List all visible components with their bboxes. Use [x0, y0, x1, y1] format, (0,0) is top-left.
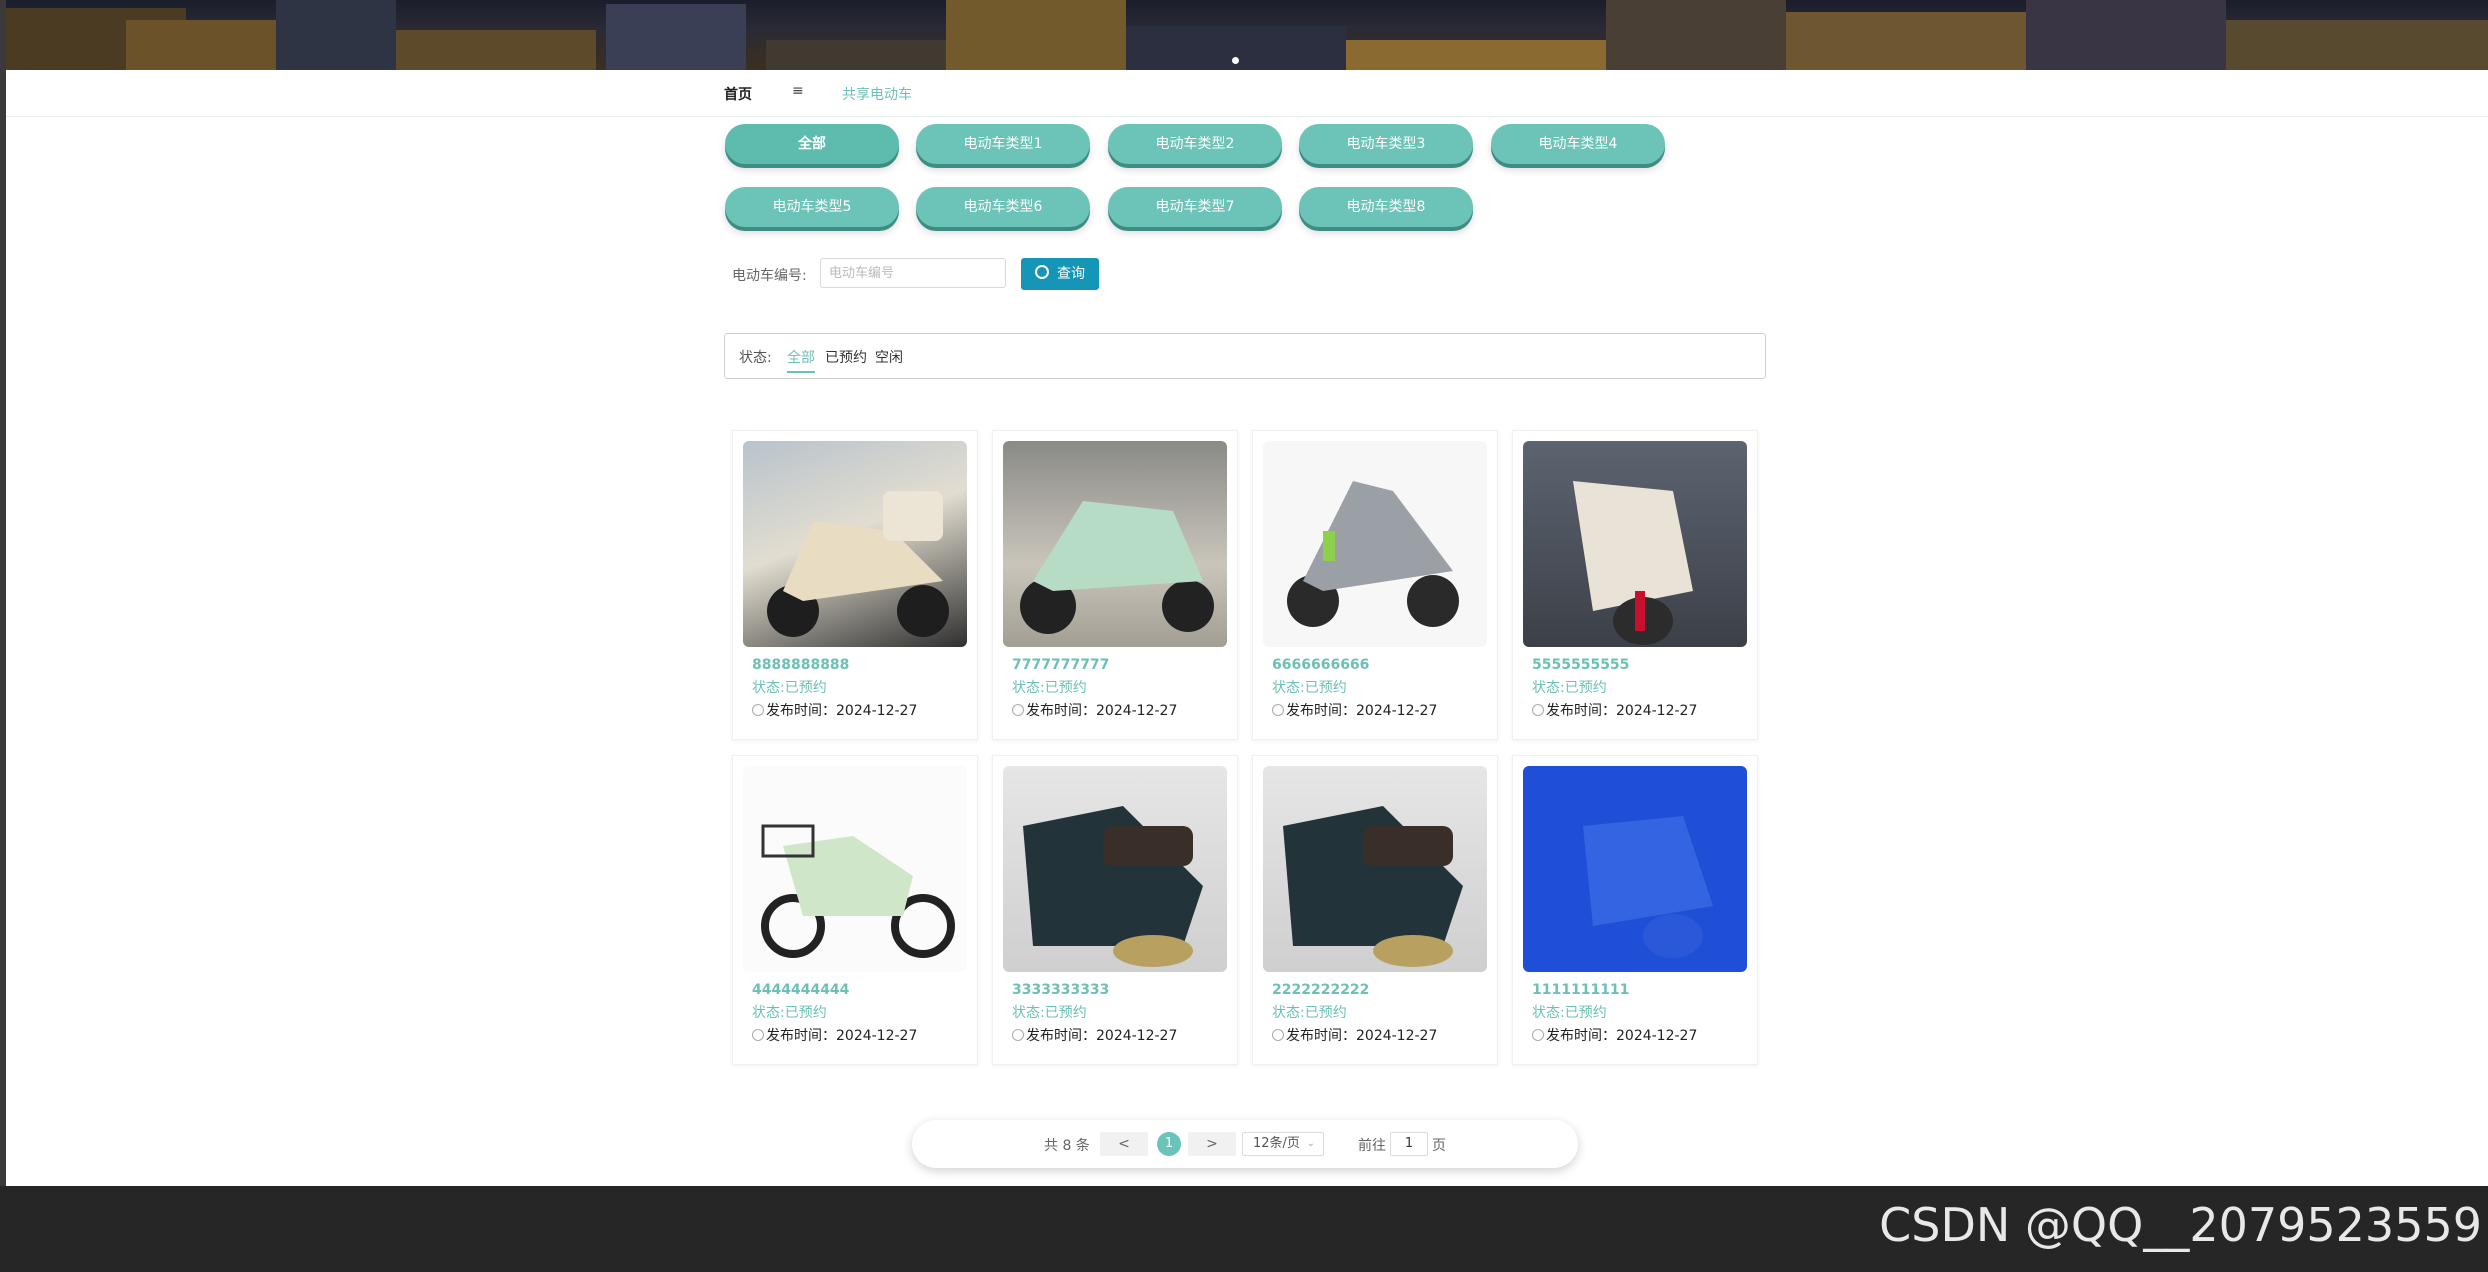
clock-icon — [1272, 704, 1284, 716]
search-button-label: 查询 — [1057, 266, 1085, 282]
chevron-down-icon: ⌄ — [1306, 1138, 1315, 1149]
ebike-card[interactable]: 6666666666 状态:已预约 发布时间：2024-12-27 — [1252, 430, 1498, 740]
ebike-code: 8888888888 — [752, 657, 850, 673]
ebike-card[interactable]: 7777777777 状态:已预约 发布时间：2024-12-27 — [992, 430, 1238, 740]
type-7-button[interactable]: 电动车类型7 — [1108, 187, 1282, 227]
ebike-status: 状态:已预约 — [1532, 1005, 1607, 1021]
type-8-button[interactable]: 电动车类型8 — [1299, 187, 1473, 227]
prev-page-button[interactable]: < — [1100, 1132, 1148, 1156]
ebike-image[interactable] — [743, 441, 967, 647]
nav-home[interactable]: 首页 — [724, 84, 752, 104]
ebike-code: 7777777777 — [1012, 657, 1110, 673]
ebike-image[interactable] — [1003, 441, 1227, 647]
ebike-code: 1111111111 — [1532, 982, 1630, 998]
ebike-publish-time-text: 发布时间：2024-12-27 — [1546, 1028, 1698, 1044]
ebike-card[interactable]: 2222222222 状态:已预约 发布时间：2024-12-27 — [1252, 755, 1498, 1065]
ebike-status: 状态:已预约 — [1012, 1005, 1087, 1021]
ebike-status: 状态:已预约 — [1532, 680, 1607, 696]
ebike-status: 状态:已预约 — [752, 1005, 827, 1021]
carousel-indicator[interactable] — [1232, 57, 1239, 64]
type-4-button[interactable]: 电动车类型4 — [1491, 124, 1665, 164]
clock-icon — [1272, 1029, 1284, 1041]
ebike-image[interactable] — [1523, 441, 1747, 647]
ebike-publish-time-text: 发布时间：2024-12-27 — [1286, 1028, 1438, 1044]
clock-icon — [752, 704, 764, 716]
ebike-publish-time-text: 发布时间：2024-12-27 — [1026, 703, 1178, 719]
ebike-publish-time: 发布时间：2024-12-27 — [1272, 1025, 1437, 1045]
ebike-image[interactable] — [743, 766, 967, 972]
ebike-image[interactable] — [1263, 766, 1487, 972]
ebike-publish-time-text: 发布时间：2024-12-27 — [1026, 1028, 1178, 1044]
ebike-image[interactable] — [1263, 441, 1487, 647]
ebike-publish-time: 发布时间：2024-12-27 — [1272, 700, 1437, 720]
clock-icon — [1012, 1029, 1024, 1041]
pagination-total: 共 8 条 — [1044, 1138, 1090, 1154]
ebike-status: 状态:已预约 — [752, 680, 827, 696]
ebike-card[interactable]: 8888888888 状态:已预约 发布时间：2024-12-27 — [732, 430, 978, 740]
next-page-button[interactable]: > — [1188, 1132, 1236, 1156]
ebike-publish-time: 发布时间：2024-12-27 — [1012, 1025, 1177, 1045]
ebike-card[interactable]: 4444444444 状态:已预约 发布时间：2024-12-27 — [732, 755, 978, 1065]
watermark: CSDN @QQ__2079523559 — [1879, 1198, 2482, 1252]
ebike-code: 2222222222 — [1272, 982, 1370, 998]
ebike-publish-time-text: 发布时间：2024-12-27 — [766, 1028, 918, 1044]
page-number-current[interactable]: 1 — [1157, 1132, 1181, 1156]
ebike-publish-time: 发布时间：2024-12-27 — [1532, 1025, 1697, 1045]
type-6-button[interactable]: 电动车类型6 — [916, 187, 1090, 227]
menu-icon[interactable]: ≡ — [792, 83, 804, 99]
ebike-publish-time-text: 发布时间：2024-12-27 — [1546, 703, 1698, 719]
clock-icon — [752, 1029, 764, 1041]
search-button[interactable]: 查询 — [1021, 258, 1099, 290]
search-label: 电动车编号: — [732, 268, 807, 284]
status-option-reserved[interactable]: 已预约 — [825, 347, 867, 367]
clock-icon — [1532, 704, 1544, 716]
goto-page-input[interactable]: 1 — [1390, 1132, 1428, 1156]
search-icon — [1035, 265, 1049, 279]
type-1-button[interactable]: 电动车类型1 — [916, 124, 1090, 164]
ebike-card[interactable]: 5555555555 状态:已预约 发布时间：2024-12-27 — [1512, 430, 1758, 740]
status-label: 状态: — [739, 350, 772, 366]
pagination: 共 8 条 < 1 > 12条/页 ⌄ 前往 1 页 — [912, 1120, 1578, 1168]
ebike-code-input[interactable] — [820, 258, 1006, 288]
city-banner — [6, 0, 2488, 70]
type-5-button[interactable]: 电动车类型5 — [725, 187, 899, 227]
goto-label: 前往 — [1358, 1138, 1386, 1154]
clock-icon — [1012, 704, 1024, 716]
top-nav: 首页 ≡ 共享电动车 — [6, 70, 2488, 117]
goto-suffix: 页 — [1432, 1138, 1446, 1154]
ebike-publish-time: 发布时间：2024-12-27 — [752, 700, 917, 720]
type-3-button[interactable]: 电动车类型3 — [1299, 124, 1473, 164]
ebike-card[interactable]: 1111111111 状态:已预约 发布时间：2024-12-27 — [1512, 755, 1758, 1065]
page-size-value: 12条/页 — [1253, 1136, 1300, 1151]
nav-shared-ebike[interactable]: 共享电动车 — [842, 84, 912, 104]
type-2-button[interactable]: 电动车类型2 — [1108, 124, 1282, 164]
ebike-card[interactable]: 3333333333 状态:已预约 发布时间：2024-12-27 — [992, 755, 1238, 1065]
ebike-publish-time: 发布时间：2024-12-27 — [1532, 700, 1697, 720]
ebike-publish-time-text: 发布时间：2024-12-27 — [766, 703, 918, 719]
ebike-code: 5555555555 — [1532, 657, 1630, 673]
ebike-publish-time-text: 发布时间：2024-12-27 — [1286, 703, 1438, 719]
ebike-status: 状态:已预约 — [1272, 680, 1347, 696]
ebike-status: 状态:已预约 — [1012, 680, 1087, 696]
ebike-publish-time: 发布时间：2024-12-27 — [752, 1025, 917, 1045]
status-filter: 状态: 全部 已预约 空闲 — [724, 333, 1766, 379]
page-size-select[interactable]: 12条/页 ⌄ — [1242, 1132, 1324, 1156]
ebike-code: 6666666666 — [1272, 657, 1370, 673]
type-all-button[interactable]: 全部 — [725, 124, 899, 164]
clock-icon — [1532, 1029, 1544, 1041]
ebike-image[interactable] — [1003, 766, 1227, 972]
status-option-idle[interactable]: 空闲 — [875, 347, 903, 367]
window-edge — [0, 0, 6, 1186]
ebike-publish-time: 发布时间：2024-12-27 — [1012, 700, 1177, 720]
ebike-image[interactable] — [1523, 766, 1747, 972]
ebike-code: 3333333333 — [1012, 982, 1110, 998]
status-option-all[interactable]: 全部 — [787, 347, 815, 373]
ebike-status: 状态:已预约 — [1272, 1005, 1347, 1021]
ebike-code: 4444444444 — [752, 982, 850, 998]
